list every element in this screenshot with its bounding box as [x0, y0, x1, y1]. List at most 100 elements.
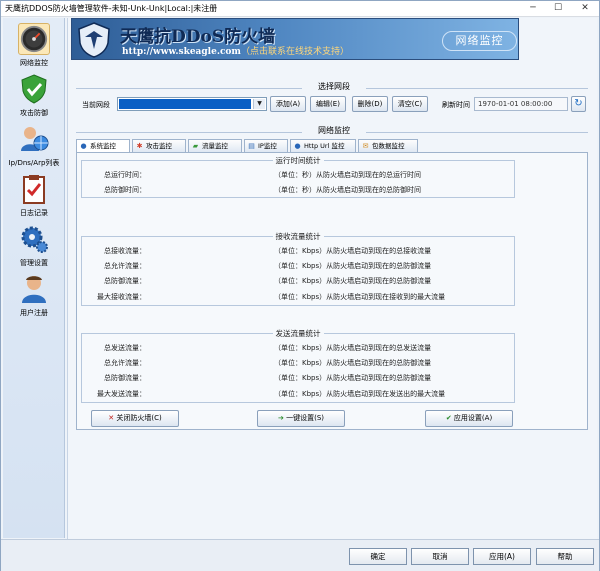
recv-stats-title: 接收流量统计 [82, 231, 514, 242]
tab-http-url-monitor[interactable]: ● Http Url 监控 [290, 139, 356, 152]
sidebar-item-label: 管理设置 [20, 259, 48, 267]
sidebar-item-ip-dns-arp[interactable]: Ip/Dns/Arp列表 [3, 120, 65, 170]
stat-row: 最大发送流量： （单位：Kbps）从防火墙启动到现在发送出的最大流量 [82, 389, 514, 401]
runtime-stats-title: 运行时间统计 [82, 155, 514, 166]
monitor-tabs: ● 系统监控 ✱ 攻击监控 ▰ 流量监控 ▤ IP监控 ● Http Url 监… [76, 139, 588, 153]
gear-icon [21, 226, 48, 253]
send-stats-title: 发送流量统计 [82, 328, 514, 339]
stat-row: 总接收流量： （单位：Kbps）从防火墙启动到现在的总接收流量 [82, 246, 514, 258]
cancel-button[interactable]: 取消 [411, 548, 469, 565]
banner-section-label: 网络监控 [442, 31, 517, 51]
stat-description: （单位：Kbps）从防火墙启动到现在的总接收流量 [274, 247, 432, 255]
close-firewall-button[interactable]: ✕ 关闭防火墙(C) [91, 410, 179, 427]
stat-label: 总发送流量： [104, 344, 146, 352]
user-icon [22, 276, 46, 303]
tab-label: 攻击监控 [146, 142, 172, 150]
stat-row: 最大接收流量： （单位：Kbps）从防火墙启动到现在接收到的最大流量 [82, 292, 514, 304]
attack-icon: ✱ [136, 142, 143, 150]
ip-icon: ▤ [248, 142, 255, 150]
one-key-setup-label: 一键设置(S) [286, 414, 324, 422]
clear-button[interactable]: 清空(C) [392, 96, 428, 112]
divider [366, 88, 588, 89]
segment-select-value [119, 99, 251, 109]
stat-row: 总防御流量： （单位：Kbps）从防火墙启动到现在的总防御流量 [82, 373, 514, 385]
tab-label: 包数据监控 [372, 142, 405, 150]
stat-description: （单位：秒）从防火墙启动到现在的总防御时间 [274, 186, 421, 194]
tab-system-monitor[interactable]: ● 系统监控 [76, 139, 130, 153]
stat-row: 总运行时间： （单位：秒）从防火墙启动到现在的总运行时间 [82, 170, 514, 182]
user-globe-icon [21, 127, 49, 151]
banner-hint: （点击联系在线技术支持） [240, 47, 349, 57]
segment-select[interactable]: ▼ [117, 97, 267, 111]
banner-url-link[interactable]: http://www.skeagle.com [122, 47, 241, 57]
banner-url: http://www.skeagle.com（点击联系在线技术支持） [122, 44, 349, 57]
maximize-button[interactable]: ☐ [546, 1, 570, 16]
add-button[interactable]: 添加(A) [270, 96, 306, 112]
apply-button[interactable]: 应用(A) [473, 548, 531, 565]
sidebar-item-label: 日志记录 [20, 209, 48, 217]
sidebar-item-network-monitor[interactable]: 网络监控 [3, 20, 65, 70]
close-window-button[interactable]: ✕ [573, 1, 597, 16]
stat-row: 总允许流量： （单位：Kbps）从防火墙启动到现在的总防御流量 [82, 358, 514, 370]
ok-button[interactable]: 确定 [349, 548, 407, 565]
stat-label: 总接收流量： [104, 247, 146, 255]
one-key-setup-button[interactable]: ➔ 一键设置(S) [257, 410, 345, 427]
clipboard-check-icon [23, 175, 45, 204]
stat-row: 总允许流量： （单位：Kbps）从防火墙启动到现在的总防御流量 [82, 261, 514, 273]
edit-button[interactable]: 编辑(E) [310, 96, 346, 112]
sidebar-item-label: 攻击防御 [20, 109, 48, 117]
main-content: 天鹰抗DDoS防火墙 http://www.skeagle.com（点击联系在线… [67, 18, 597, 540]
tab-traffic-monitor[interactable]: ▰ 流量监控 [188, 139, 242, 152]
arrow-right-icon: ➔ [277, 414, 284, 422]
help-button[interactable]: 帮助 [536, 548, 594, 565]
stat-label: 总允许流量： [104, 262, 146, 270]
stat-label: 最大发送流量： [97, 390, 146, 398]
minimize-button[interactable]: ─ [521, 1, 545, 16]
sidebar-item-label: Ip/Dns/Arp列表 [8, 159, 60, 167]
recv-stats-group: 接收流量统计 总接收流量： （单位：Kbps）从防火墙启动到现在的总接收流量 总… [81, 232, 515, 306]
shield-check-icon [21, 74, 47, 104]
tab-label: Http Url 监控 [304, 142, 345, 150]
stat-row: 总防御流量： （单位：Kbps）从防火墙启动到现在的总防御流量 [82, 276, 514, 288]
refresh-time-label: 刷新时间 [442, 101, 470, 109]
stat-label: 总防御时间： [104, 186, 146, 194]
delete-button[interactable]: 删除(D) [352, 96, 388, 112]
stat-row: 总发送流量： （单位：Kbps）从防火墙启动到现在的总发送流量 [82, 343, 514, 355]
stat-label: 总运行时间： [104, 171, 146, 179]
traffic-icon: ▰ [192, 142, 199, 150]
apply-settings-label: 应用设置(A) [453, 414, 493, 422]
banner[interactable]: 天鹰抗DDoS防火墙 http://www.skeagle.com（点击联系在线… [71, 18, 519, 60]
stat-label: 最大接收流量： [97, 293, 146, 301]
sidebar-item-settings[interactable]: 管理设置 [3, 220, 65, 270]
refresh-icon[interactable]: ↻ [571, 96, 586, 112]
chevron-down-icon[interactable]: ▼ [253, 99, 265, 109]
check-icon: ✔ [445, 414, 452, 422]
globe-icon: ● [80, 142, 87, 150]
sidebar-item-logs[interactable]: 日志记录 [3, 170, 65, 220]
stat-description: （单位：Kbps）从防火墙启动到现在发送出的最大流量 [274, 390, 446, 398]
current-segment-label: 当前网段 [82, 101, 110, 109]
sidebar: 网络监控 攻击防御 Ip/Dns/Arp列表 日志记录 管理设置 用户注册 [3, 18, 65, 538]
stat-description: （单位：Kbps）从防火墙启动到现在接收到的最大流量 [274, 293, 446, 301]
stat-label: 总防御流量： [104, 277, 146, 285]
stat-description: （单位：Kbps）从防火墙启动到现在的总防御流量 [274, 359, 432, 367]
packet-icon: ✉ [362, 142, 369, 150]
close-firewall-label: 关闭防火墙(C) [116, 414, 162, 422]
sidebar-item-register[interactable]: 用户注册 [3, 270, 65, 320]
sidebar-item-label: 用户注册 [20, 309, 48, 317]
tab-ip-monitor[interactable]: ▤ IP监控 [244, 139, 288, 152]
stat-description: （单位：Kbps）从防火墙启动到现在的总防御流量 [274, 277, 432, 285]
sidebar-item-attack-defense[interactable]: 攻击防御 [3, 70, 65, 120]
refresh-time-field[interactable]: 1970-01-01 08:00:00 [474, 97, 568, 111]
close-icon: ✕ [108, 414, 115, 422]
runtime-stats-group: 运行时间统计 总运行时间： （单位：秒）从防火墙启动到现在的总运行时间 总防御时… [81, 156, 515, 198]
window-title: 天鹰抗DDOS防火墙管理软件-未知-Unk-Unk|Local:|未注册 [5, 4, 218, 13]
app-window: 天鹰抗DDOS防火墙管理软件-未知-Unk-Unk|Local:|未注册 ─ ☐… [0, 0, 600, 571]
stat-description: （单位：Kbps）从防火墙启动到现在的总防御流量 [274, 374, 432, 382]
tab-packet-monitor[interactable]: ✉ 包数据监控 [358, 139, 418, 152]
apply-settings-button[interactable]: ✔ 应用设置(A) [425, 410, 513, 427]
network-monitor-title: 网络监控 [318, 126, 350, 135]
tab-attack-monitor[interactable]: ✱ 攻击监控 [132, 139, 186, 152]
sidebar-item-label: 网络监控 [20, 59, 48, 67]
stat-description: （单位：秒）从防火墙启动到现在的总运行时间 [274, 171, 421, 179]
